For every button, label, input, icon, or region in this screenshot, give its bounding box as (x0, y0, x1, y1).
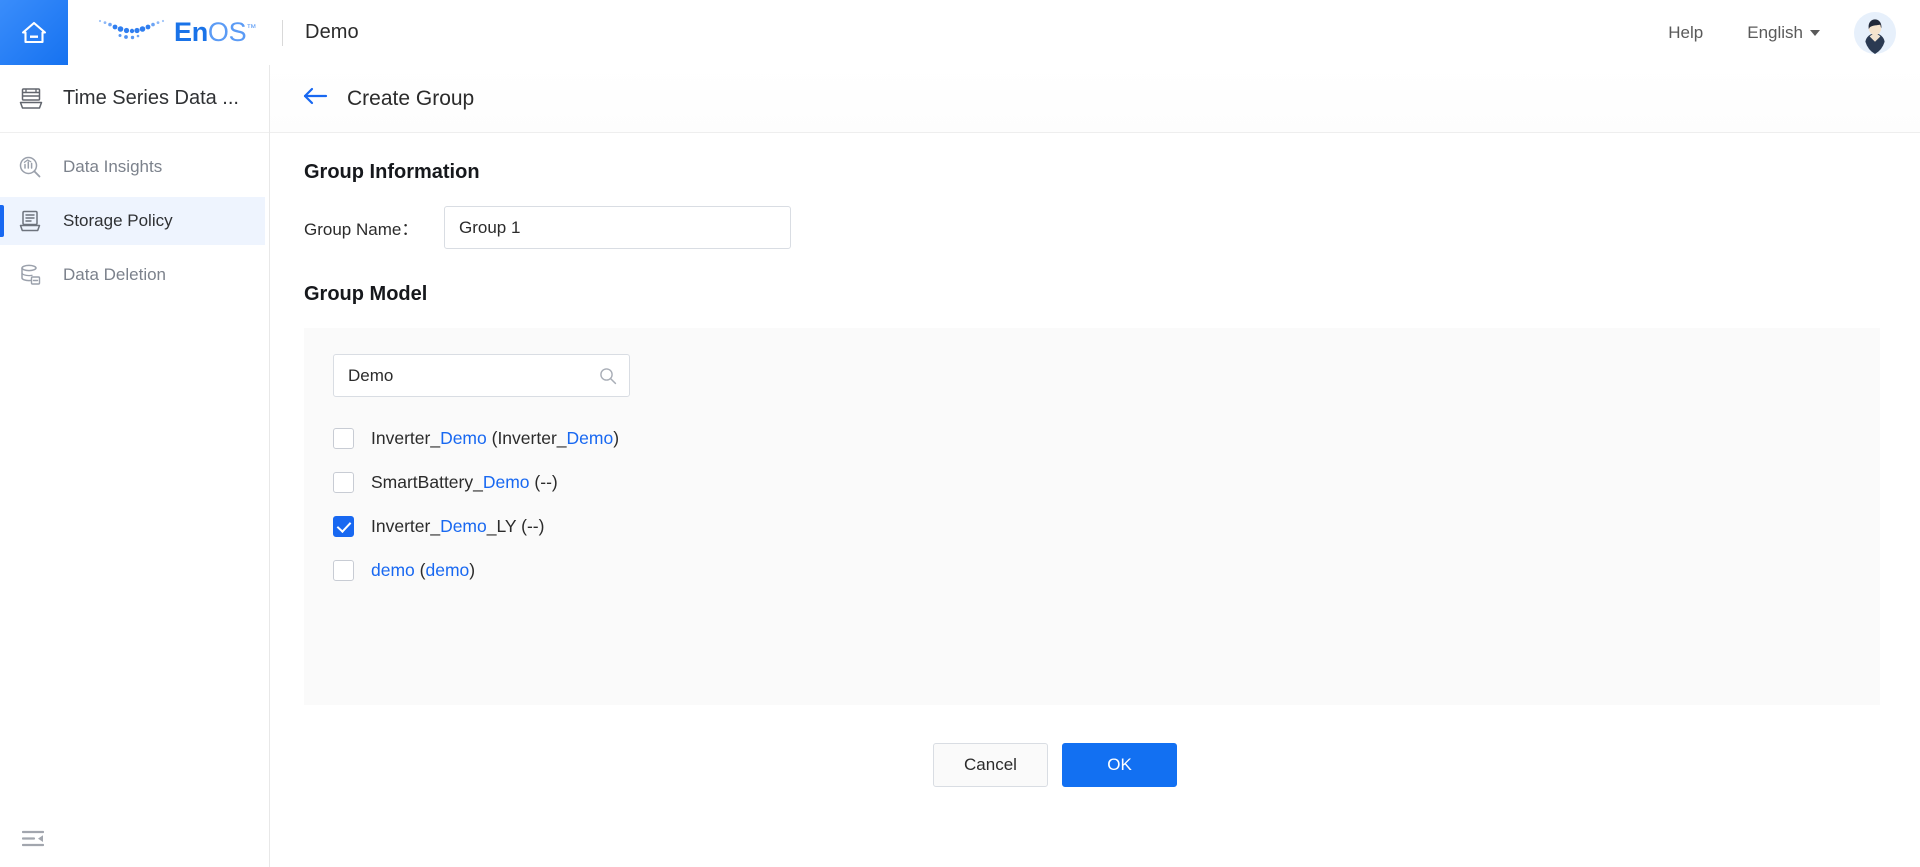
sidebar-item-label: Storage Policy (63, 211, 173, 230)
top-bar: EnOS™ Demo Help English (0, 0, 1920, 65)
top-bar-right: Help English (1646, 11, 1920, 54)
time-series-data-icon (18, 86, 54, 112)
brand-text: EnOS™ (174, 19, 256, 46)
model-item-label: Inverter_Demo_LY (--) (371, 515, 545, 536)
model-search-input[interactable] (333, 354, 630, 397)
avatar[interactable] (1854, 11, 1896, 54)
sidebar-app-title-label: Time Series Data ... (63, 87, 239, 109)
group-model-panel: Inverter_Demo (Inverter_Demo) SmartBatte… (304, 328, 1880, 705)
model-list-item[interactable]: demo (demo) (333, 548, 1880, 592)
tenant-name: Demo (305, 21, 359, 43)
chevron-down-icon (1810, 29, 1820, 36)
brand-trademark: ™ (246, 23, 257, 34)
sidebar-nav: Data Insights Storage Policy Data Deleti… (0, 133, 269, 299)
page-title: Create Group (347, 86, 475, 110)
model-list-item[interactable]: Inverter_Demo_LY (--) (333, 504, 1880, 548)
collapse-sidebar-icon (21, 830, 45, 852)
enos-swoosh-icon (96, 17, 168, 48)
brand-os: OS (207, 17, 247, 47)
model-checkbox-list: Inverter_Demo (Inverter_Demo) SmartBatte… (333, 416, 1880, 592)
back-button[interactable] (302, 86, 328, 111)
group-name-label: Group Name： (304, 220, 419, 239)
page-content: Group Information Group Name： Group Mode… (270, 133, 1920, 787)
sidebar-app-title[interactable]: Time Series Data ... (0, 65, 269, 133)
model-list-item[interactable]: Inverter_Demo (Inverter_Demo) (333, 416, 1880, 460)
language-label: English (1747, 22, 1803, 42)
model-checkbox[interactable] (333, 515, 354, 537)
cancel-button[interactable]: Cancel (933, 743, 1048, 787)
help-link[interactable]: Help (1646, 23, 1725, 43)
model-checkbox[interactable] (333, 559, 354, 581)
main-content: Create Group Group Information Group Nam… (270, 65, 1920, 867)
group-information-heading: Group Information (304, 161, 480, 183)
group-name-input[interactable] (444, 206, 791, 249)
model-checkbox[interactable] (333, 471, 354, 493)
brand-en: En (174, 17, 208, 47)
sidebar-item-data-insights[interactable]: Data Insights (0, 143, 265, 191)
storage-policy-icon (18, 209, 54, 233)
model-list-item[interactable]: SmartBattery_Demo (--) (333, 460, 1880, 504)
sidebar-item-label: Data Deletion (63, 265, 167, 284)
collapse-sidebar-button[interactable] (21, 830, 45, 853)
data-deletion-icon (18, 263, 54, 287)
model-checkbox[interactable] (333, 427, 354, 449)
ok-button[interactable]: OK (1062, 743, 1177, 787)
header-divider (282, 19, 284, 46)
sidebar-item-storage-policy[interactable]: Storage Policy (0, 197, 265, 245)
sidebar: Time Series Data ... Data Insights Stora… (0, 65, 270, 867)
group-name-row: Group Name： (304, 206, 1886, 249)
language-selector[interactable]: English (1725, 23, 1842, 43)
footer-actions: Cancel OK (304, 743, 1886, 787)
model-item-label: Inverter_Demo (Inverter_Demo) (371, 427, 620, 448)
home-button[interactable] (0, 0, 68, 65)
data-insights-icon (18, 155, 54, 179)
sidebar-item-label: Data Insights (63, 157, 163, 176)
brand-logo[interactable]: EnOS™ (96, 17, 256, 48)
model-item-label: demo (demo) (371, 559, 476, 580)
home-icon (20, 20, 48, 45)
sidebar-item-data-deletion[interactable]: Data Deletion (0, 251, 265, 299)
model-search-wrapper (333, 354, 630, 397)
help-label: Help (1668, 22, 1704, 42)
page-header: Create Group (270, 65, 1920, 133)
group-model-heading: Group Model (304, 283, 428, 305)
user-avatar-icon (1854, 11, 1896, 54)
back-arrow-icon (302, 86, 328, 111)
model-item-label: SmartBattery_Demo (--) (371, 471, 558, 492)
